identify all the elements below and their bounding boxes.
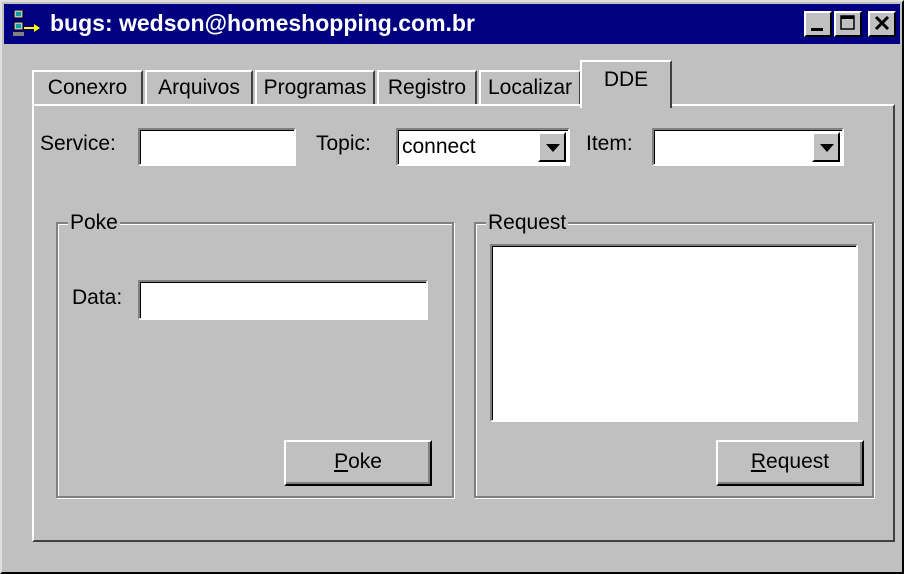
- dde-tab-panel: Service: Topic: connect Item: Poke Data:…: [32, 104, 895, 542]
- tab-label: Localizar: [487, 76, 573, 99]
- tab-localizar[interactable]: Localizar: [479, 70, 581, 106]
- maximize-icon: [840, 15, 855, 30]
- tab-dde[interactable]: DDE: [580, 60, 672, 108]
- tab-conexro[interactable]: Conexro: [32, 70, 143, 106]
- maximize-button[interactable]: [834, 11, 862, 37]
- tab-label: Arquivos: [158, 76, 240, 99]
- request-button[interactable]: Request: [716, 440, 864, 486]
- poke-button[interactable]: Poke: [284, 440, 432, 486]
- data-label: Data:: [72, 286, 123, 309]
- app-window: bugs: wedson@homeshopping.com.br Conexro…: [0, 0, 904, 574]
- tab-registro[interactable]: Registro: [377, 70, 477, 106]
- network-computer-icon: [13, 10, 40, 36]
- poke-button-label: oke: [348, 450, 382, 473]
- minimize-icon: [811, 28, 823, 31]
- service-input[interactable]: [140, 130, 294, 164]
- service-field[interactable]: [138, 128, 296, 166]
- request-group-legend: Request: [486, 210, 569, 236]
- close-button[interactable]: [868, 11, 896, 37]
- data-field[interactable]: [138, 280, 428, 320]
- request-button-label: equest: [766, 450, 830, 473]
- tab-label: Registro: [387, 76, 467, 99]
- request-group: Request Request: [474, 210, 874, 498]
- chevron-down-icon: [820, 144, 834, 152]
- close-icon: [874, 15, 890, 31]
- minimize-button[interactable]: [804, 11, 832, 37]
- topic-dropdown-button[interactable]: [538, 132, 566, 162]
- poke-button-mnemonic: P: [334, 450, 349, 473]
- request-button-mnemonic: R: [750, 450, 767, 473]
- topic-value: connect: [402, 135, 476, 158]
- item-value: [654, 135, 662, 158]
- item-label: Item:: [586, 132, 633, 155]
- item-dropdown-button[interactable]: [812, 132, 840, 162]
- data-input[interactable]: [140, 282, 426, 318]
- tab-programas[interactable]: Programas: [255, 70, 375, 106]
- tab-label: Conexro: [47, 76, 128, 99]
- poke-group: Poke Data: Poke: [56, 210, 454, 498]
- item-combobox[interactable]: [652, 128, 844, 166]
- service-label: Service:: [40, 132, 116, 155]
- topic-combobox[interactable]: connect: [396, 128, 570, 166]
- request-output-text: [492, 251, 500, 274]
- tab-label: DDE: [603, 68, 649, 91]
- topic-label: Topic:: [316, 132, 371, 155]
- window-title: bugs: wedson@homeshopping.com.br: [50, 10, 475, 36]
- tab-label: Programas: [263, 76, 367, 99]
- tab-arquivos[interactable]: Arquivos: [145, 70, 253, 106]
- chevron-down-icon: [546, 144, 560, 152]
- request-output[interactable]: [490, 244, 858, 422]
- poke-group-legend: Poke: [68, 210, 120, 236]
- title-bar[interactable]: bugs: wedson@homeshopping.com.br: [4, 4, 900, 44]
